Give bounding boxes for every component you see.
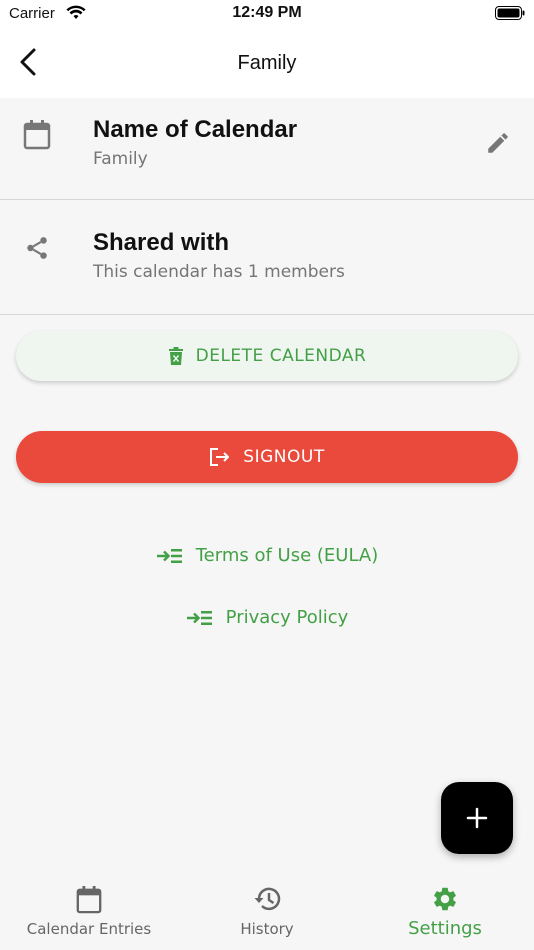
history-icon: [178, 885, 356, 913]
calendar-icon: [22, 119, 52, 155]
delete-calendar-button[interactable]: DELETE CALENDAR: [16, 331, 518, 381]
terms-of-use-link[interactable]: Terms of Use (EULA): [0, 545, 534, 566]
tab-settings[interactable]: Settings: [356, 870, 534, 950]
signout-label: SIGNOUT: [243, 447, 325, 467]
shared-with-title: Shared with: [93, 229, 230, 256]
signout-button[interactable]: SIGNOUT: [16, 431, 518, 483]
share-icon: [24, 234, 50, 266]
privacy-policy-label: Privacy Policy: [225, 607, 349, 628]
calendar-name-title: Name of Calendar: [93, 116, 298, 143]
tab-settings-label: Settings: [408, 918, 482, 939]
pencil-icon[interactable]: [485, 130, 511, 160]
tab-bar: Calendar Entries History Settings: [0, 870, 534, 950]
plus-icon: [466, 807, 488, 829]
terms-of-use-label: Terms of Use (EULA): [195, 545, 379, 566]
trash-icon: [168, 347, 184, 365]
gear-icon: [356, 885, 534, 913]
arrow-list-icon: [156, 547, 182, 565]
clock: 12:49 PM: [232, 4, 302, 21]
shared-with-value: This calendar has 1 members: [93, 262, 345, 282]
tab-history-label: History: [240, 920, 294, 938]
calendar-name-value: Family: [93, 149, 148, 169]
calendar-name-row[interactable]: Name of Calendar Family: [0, 98, 534, 200]
tab-calendar-entries[interactable]: Calendar Entries: [0, 870, 178, 950]
page-title: Family: [237, 52, 297, 74]
shared-with-row[interactable]: Shared with This calendar has 1 members: [0, 201, 534, 315]
privacy-policy-link[interactable]: Privacy Policy: [0, 607, 534, 628]
calendar-icon: [0, 885, 178, 915]
logout-icon: [209, 447, 231, 467]
add-button[interactable]: [441, 782, 513, 854]
arrow-list-icon: [186, 609, 212, 627]
status-bar: Carrier 12:49 PM: [0, 0, 534, 30]
tab-history[interactable]: History: [178, 870, 356, 950]
tab-calendar-entries-label: Calendar Entries: [26, 920, 152, 938]
navigation-bar: Family: [0, 30, 534, 98]
delete-calendar-label: DELETE CALENDAR: [195, 346, 367, 366]
battery-icon: [495, 6, 525, 25]
